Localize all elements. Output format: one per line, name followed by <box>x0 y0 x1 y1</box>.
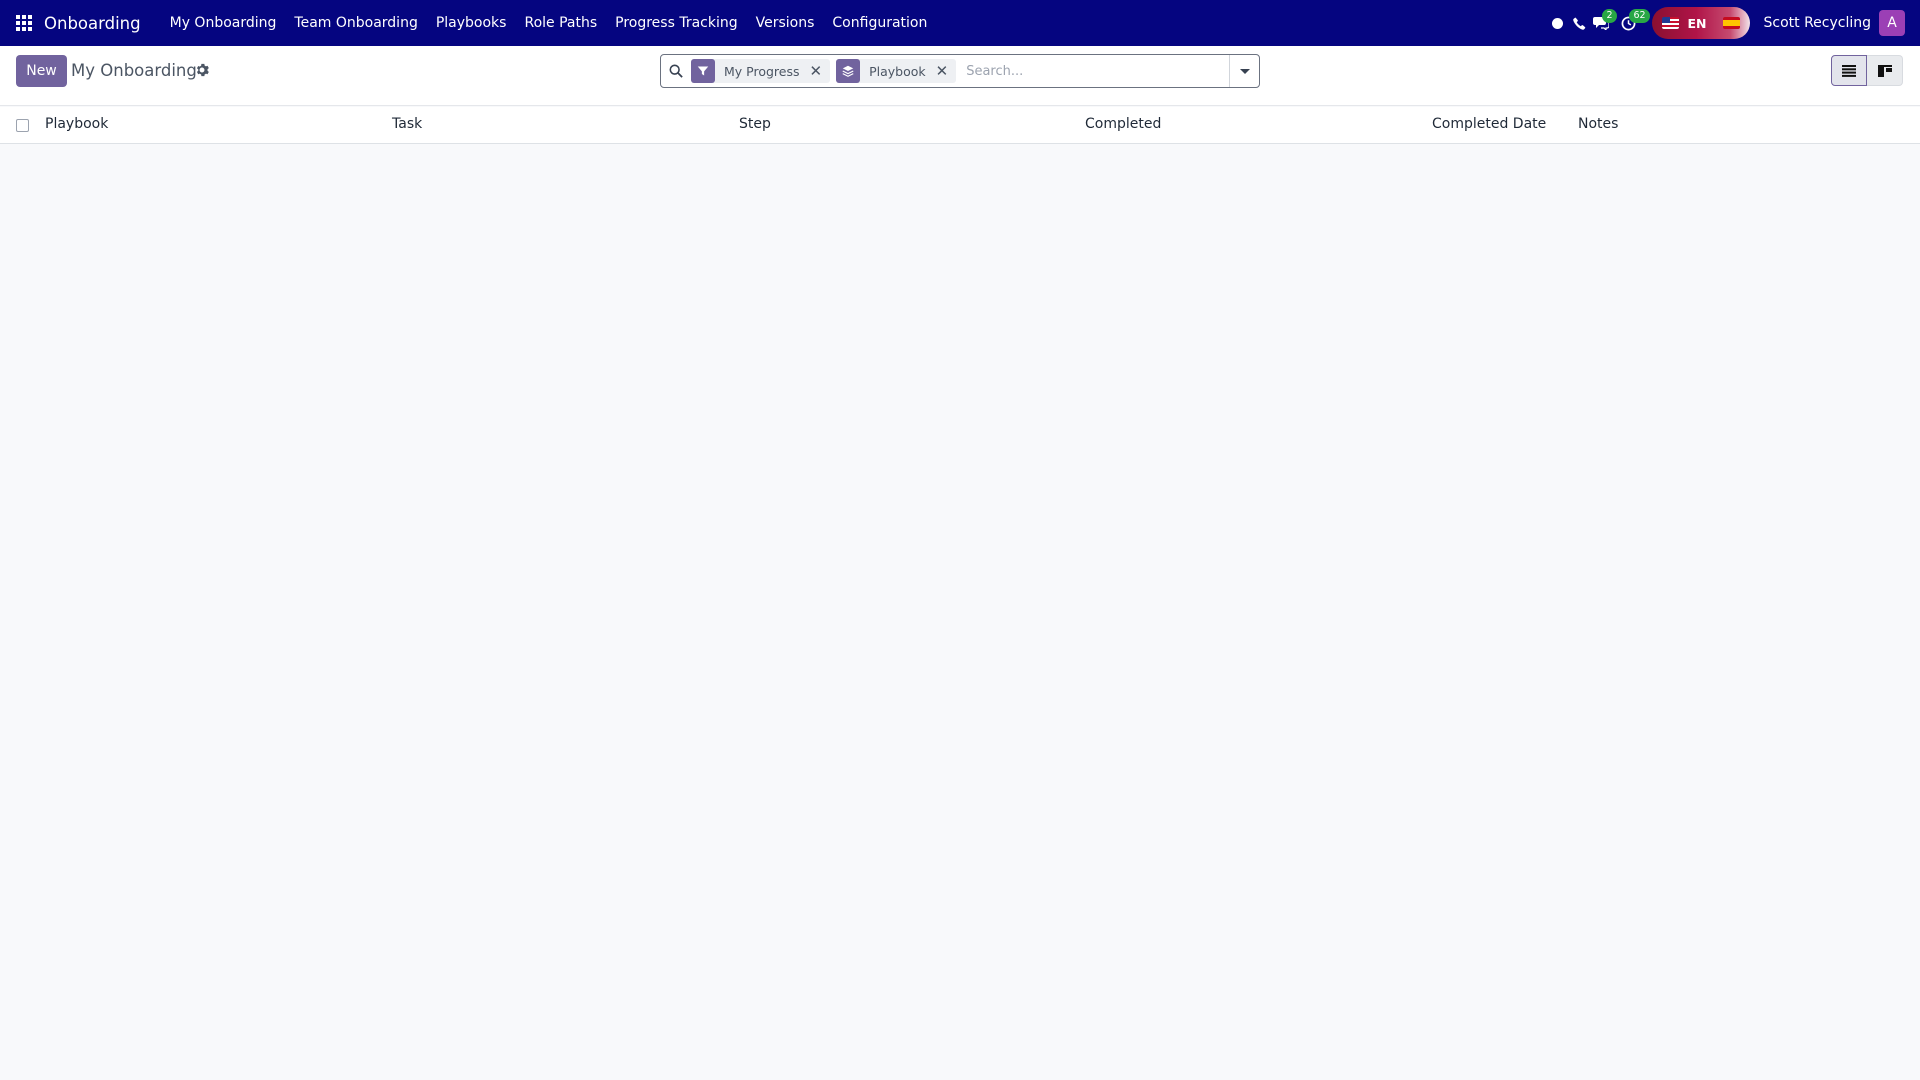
language-code: EN <box>1687 15 1707 31</box>
user-avatar[interactable]: A <box>1879 10 1905 36</box>
spain-flag-icon <box>1723 17 1741 29</box>
menu-item-versions[interactable]: Versions <box>747 0 824 46</box>
company-switcher[interactable]: Scott Recycling <box>1763 15 1871 31</box>
search-bar: My Progress ✕ Playbook ✕ <box>660 54 1260 88</box>
column-header-completed[interactable]: Completed <box>1085 116 1161 132</box>
caret-down-icon <box>1239 68 1250 74</box>
menu-item-playbooks[interactable]: Playbooks <box>427 0 516 46</box>
kanban-view-button[interactable] <box>1867 55 1903 86</box>
phone-icon[interactable] <box>1569 0 1589 46</box>
search-options-toggle[interactable] <box>1229 55 1259 87</box>
messages-icon[interactable]: 2 <box>1591 0 1617 46</box>
activities-badge: 62 <box>1629 9 1650 23</box>
menu-item-team-onboarding[interactable]: Team Onboarding <box>285 0 426 46</box>
messages-badge: 2 <box>1602 9 1617 23</box>
control-panel: New My Onboarding My Progress ✕ Playbook… <box>0 46 1920 106</box>
remove-facet-close-icon[interactable]: ✕ <box>934 59 957 83</box>
list-table-header: Playbook Task Step Completed Completed D… <box>0 107 1920 144</box>
column-header-playbook[interactable]: Playbook <box>45 116 108 132</box>
facet-label: Playbook <box>869 63 926 79</box>
search-input[interactable] <box>962 56 1229 86</box>
view-switcher <box>1831 55 1903 86</box>
list-view-button[interactable] <box>1831 55 1867 86</box>
filter-icon <box>691 59 715 83</box>
search-icon[interactable] <box>661 64 691 78</box>
language-switcher[interactable]: EN <box>1652 7 1751 39</box>
facet-label: My Progress <box>724 63 800 79</box>
top-navbar: Onboarding My Onboarding Team Onboarding… <box>0 0 1920 46</box>
column-header-completed-date[interactable]: Completed Date <box>1432 116 1546 132</box>
search-facet-filter: My Progress ✕ <box>691 59 831 83</box>
select-all-checkbox[interactable] <box>16 119 29 132</box>
apps-menu-icon[interactable] <box>1 0 47 46</box>
search-facet-groupby: Playbook ✕ <box>836 59 957 83</box>
menu-item-configuration[interactable]: Configuration <box>823 0 936 46</box>
column-header-notes[interactable]: Notes <box>1578 116 1618 132</box>
menu-item-role-paths[interactable]: Role Paths <box>515 0 606 46</box>
kanban-view-icon <box>1877 64 1892 77</box>
remove-facet-close-icon[interactable]: ✕ <box>808 59 831 83</box>
app-name[interactable]: Onboarding <box>44 14 141 33</box>
main-menu: My Onboarding Team Onboarding Playbooks … <box>161 0 937 46</box>
menu-item-progress-tracking[interactable]: Progress Tracking <box>606 0 746 46</box>
breadcrumb: My Onboarding <box>71 61 197 80</box>
activities-clock-icon[interactable]: 62 <box>1618 0 1650 46</box>
menu-item-my-onboarding[interactable]: My Onboarding <box>161 0 286 46</box>
list-view-icon <box>1842 64 1856 77</box>
us-flag-icon <box>1662 17 1680 29</box>
systray: 2 62 EN Scott Recycling A <box>1546 0 1920 46</box>
column-header-task[interactable]: Task <box>392 116 422 132</box>
gear-icon[interactable] <box>195 63 209 77</box>
presence-status-icon[interactable] <box>1547 0 1567 46</box>
new-button[interactable]: New <box>16 55 67 87</box>
column-header-step[interactable]: Step <box>739 116 771 132</box>
layers-icon <box>836 59 861 83</box>
list-body-empty <box>0 145 1920 1080</box>
